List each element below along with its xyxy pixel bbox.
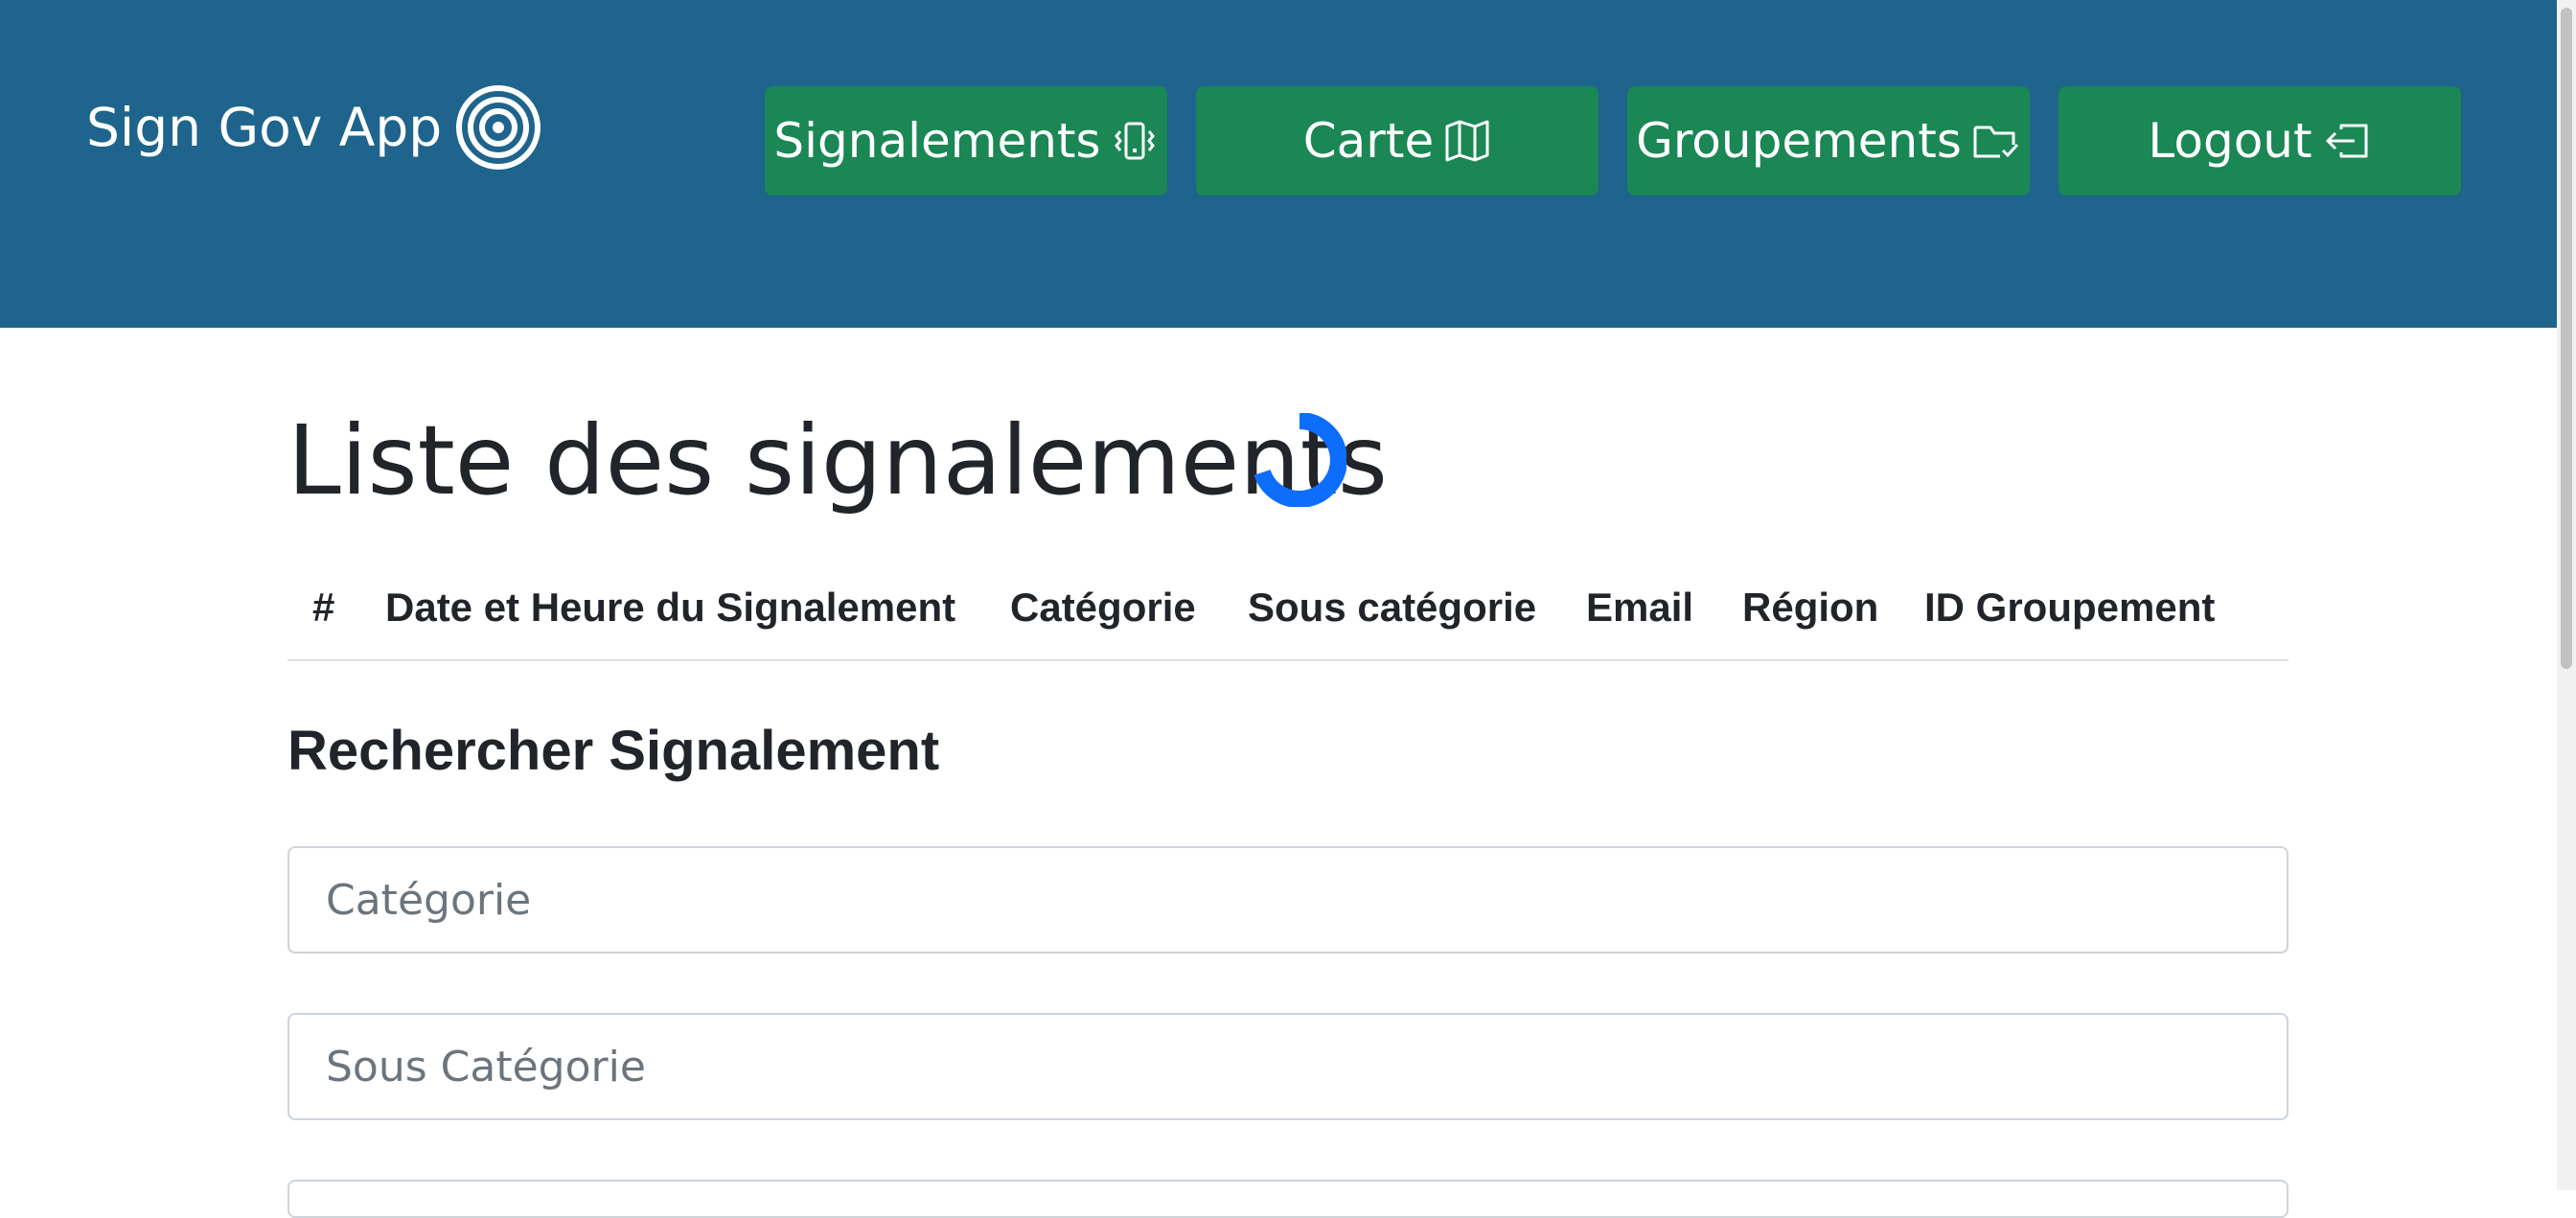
column-header-number: #	[312, 585, 335, 630]
signalements-table-header: # Date et Heure du Signalement Catégorie…	[288, 575, 2288, 661]
column-header-date: Date et Heure du Signalement	[385, 585, 956, 630]
signalements-button[interactable]: Signalements	[765, 86, 1167, 195]
scrollbar-thumb[interactable]	[2561, 8, 2572, 669]
phone-vibrate-icon	[1114, 122, 1155, 160]
box-arrow-left-icon	[2325, 124, 2368, 158]
column-header-category: Catégorie	[1010, 585, 1196, 630]
map-icon	[1445, 120, 1489, 162]
bullseye-icon	[456, 85, 541, 170]
loading-spinner-icon	[1254, 413, 1346, 507]
column-header-subcategory: Sous catégorie	[1248, 585, 1537, 630]
column-header-group-id: ID Groupement	[1924, 585, 2216, 630]
logout-button-label: Logout	[2148, 113, 2312, 169]
column-header-email: Email	[1586, 585, 1694, 630]
folder-check-icon	[1973, 126, 2019, 158]
top-navbar: Sign Gov App Signalements Carte Groupeme…	[0, 0, 2576, 328]
signalements-button-label: Signalements	[773, 113, 1101, 169]
carte-button[interactable]: Carte	[1196, 86, 1598, 195]
category-search-input[interactable]	[288, 846, 2288, 954]
brand[interactable]: Sign Gov App	[86, 84, 541, 171]
column-header-region: Région	[1742, 585, 1879, 630]
subcategory-search-input[interactable]	[288, 1013, 2288, 1120]
logout-button[interactable]: Logout	[2058, 86, 2461, 195]
page-title: Liste des signalements	[288, 403, 1388, 517]
groupements-button[interactable]: Groupements	[1627, 86, 2030, 195]
search-heading: Rechercher Signalement	[288, 720, 940, 782]
brand-name: Sign Gov App	[86, 97, 443, 158]
scrollbar[interactable]	[2557, 0, 2576, 1190]
groupements-button-label: Groupements	[1636, 113, 1962, 169]
carte-button-label: Carte	[1302, 113, 1435, 169]
next-search-input[interactable]	[288, 1180, 2288, 1218]
